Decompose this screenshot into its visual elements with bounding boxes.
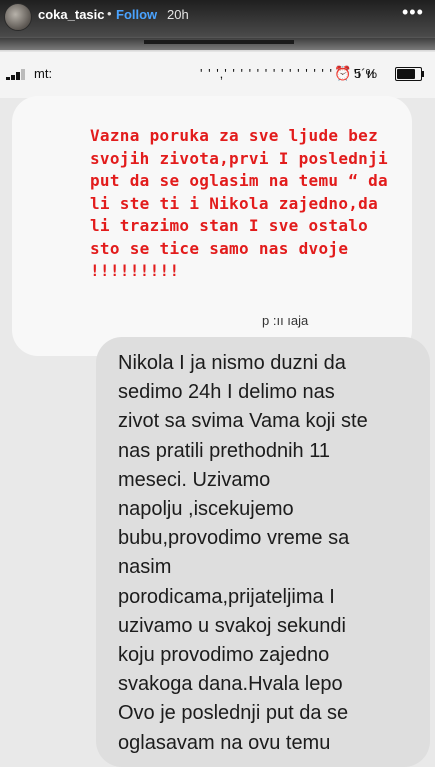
follow-button[interactable]: Follow [116, 7, 157, 22]
post-time: 20h [167, 7, 189, 22]
story-headline-text: Vazna poruka za sve ljude bez svojih ziv… [90, 126, 388, 280]
message-body-text: Nikola I ja nismo duzni da sedimo 24h I … [118, 352, 368, 754]
signal-strength-icon [6, 69, 30, 80]
carrier-name: mt: [34, 66, 53, 81]
more-options-icon[interactable]: ••• [402, 2, 424, 23]
battery-icon [395, 67, 424, 81]
residual-text: p :ıı ıaja [262, 313, 309, 328]
separator-dot: • [107, 6, 112, 21]
battery-cap [422, 71, 424, 77]
avatar[interactable] [4, 3, 32, 31]
alarm-icon: ⏰ [334, 65, 352, 81]
battery-percent: 5´% [354, 66, 378, 81]
battery-fill [397, 69, 416, 79]
story-progress-bar [144, 40, 294, 44]
username[interactable]: coka_tasic [38, 7, 105, 22]
